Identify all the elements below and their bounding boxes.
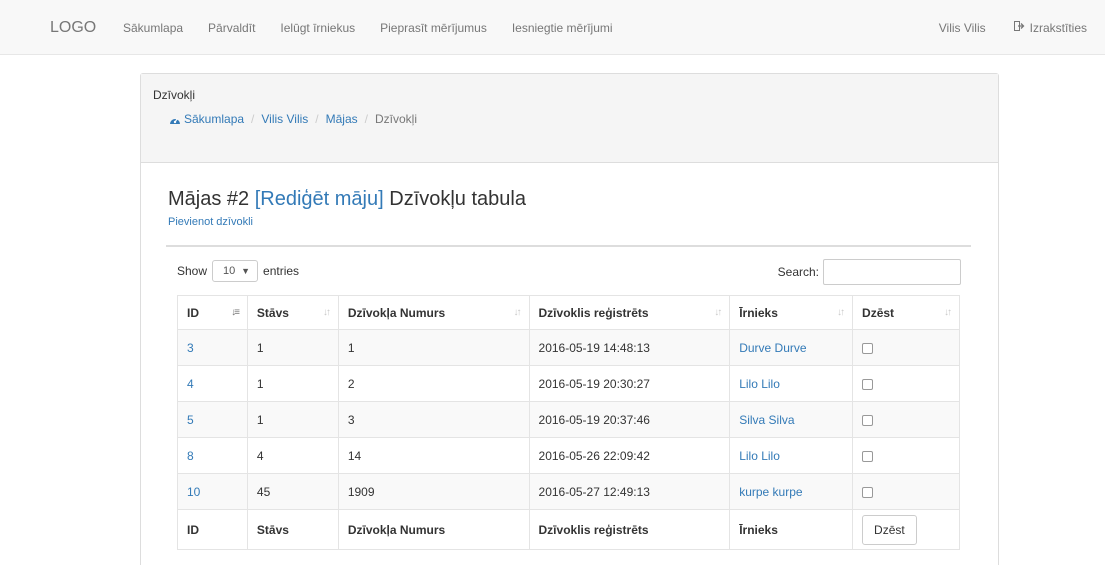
footer-registered: Dzīvoklis reģistrēts bbox=[528, 509, 731, 550]
floor-cell: 4 bbox=[246, 437, 339, 474]
breadcrumb-separator: / bbox=[251, 112, 255, 126]
logout-label: Izrakstīties bbox=[1029, 20, 1087, 35]
nav-submitted-readings[interactable]: Iesniegtie mērījumi bbox=[512, 21, 613, 35]
delete-checkbox[interactable] bbox=[862, 486, 874, 498]
delete-checkbox[interactable] bbox=[862, 414, 874, 426]
delete-button[interactable]: Dzēst bbox=[862, 514, 917, 545]
sign-out-icon bbox=[1013, 21, 1025, 34]
caret-down-icon: ▼ bbox=[241, 266, 251, 276]
user-nav: Vilis Vilis Izrakstīties bbox=[911, 0, 1087, 55]
apartments-table: ID ↓≡ Stāvs ↓↑ Dzīvokļa Numurs ↓↑ Dzīvoklis… bbox=[177, 295, 960, 550]
title-suffix: Dzīvokļu tabula bbox=[383, 188, 526, 210]
registered-cell: 2016-05-19 20:37:46 bbox=[528, 401, 731, 438]
entries-label: entries bbox=[263, 264, 300, 278]
tenant-link[interactable]: Durve Durve bbox=[739, 341, 806, 355]
dashboard-icon bbox=[169, 115, 181, 126]
entries-select[interactable]: 10 ▼ bbox=[212, 260, 259, 282]
show-label: Show bbox=[177, 264, 208, 278]
sort-asc-icon: ↓≡ bbox=[231, 307, 240, 318]
tenant-link[interactable]: Lilo Lilo bbox=[739, 377, 780, 391]
footer-floor: Stāvs bbox=[246, 509, 339, 550]
col-header-tenant[interactable]: Īrnieks ↓↑ bbox=[729, 295, 854, 330]
apartment-id-link[interactable]: 10 bbox=[187, 485, 200, 499]
sort-icon: ↓↑ bbox=[322, 307, 331, 318]
sort-icon: ↓↑ bbox=[513, 307, 522, 318]
nav-invite-tenants[interactable]: Ielūgt īrniekus bbox=[280, 21, 355, 35]
registered-cell: 2016-05-26 22:09:42 bbox=[528, 437, 731, 474]
delete-checkbox[interactable] bbox=[862, 342, 874, 354]
sort-icon: ↓↑ bbox=[944, 307, 952, 318]
col-header-floor[interactable]: Stāvs ↓↑ bbox=[246, 295, 339, 330]
table-row: 5 1 3 2016-05-19 20:37:46 Silva Silva bbox=[177, 401, 960, 438]
apartment-id-link[interactable]: 8 bbox=[187, 449, 194, 463]
col-header-delete[interactable]: Dzēst ↓↑ bbox=[852, 295, 960, 330]
col-header-number[interactable]: Dzīvokļa Numurs ↓↑ bbox=[337, 295, 530, 330]
brand-logo[interactable]: LOGO bbox=[50, 0, 96, 55]
breadcrumb-houses[interactable]: Mājas bbox=[326, 112, 358, 126]
title-prefix: Mājas #2 bbox=[168, 188, 255, 210]
apartment-id-link[interactable]: 3 bbox=[187, 341, 194, 355]
top-navbar: LOGO Sākumlapa Pārvaldīt Ielūgt īrniekus… bbox=[0, 0, 1105, 55]
registered-cell: 2016-05-19 20:30:27 bbox=[528, 365, 731, 402]
breadcrumb-home[interactable]: Sākumlapa bbox=[184, 112, 244, 126]
table-row: 8 4 14 2016-05-26 22:09:42 Lilo Lilo bbox=[177, 437, 960, 474]
table-header-row: ID ↓≡ Stāvs ↓↑ Dzīvokļa Numurs ↓↑ Dzīvoklis… bbox=[177, 295, 960, 330]
table-row: 4 1 2 2016-05-19 20:30:27 Lilo Lilo bbox=[177, 365, 960, 402]
breadcrumb-current: Dzīvokļi bbox=[375, 112, 418, 126]
col-header-id[interactable]: ID ↓≡ bbox=[177, 295, 248, 330]
tenant-link[interactable]: Silva Silva bbox=[739, 413, 794, 427]
floor-cell: 1 bbox=[246, 401, 339, 438]
nav-home[interactable]: Sākumlapa bbox=[123, 21, 183, 35]
footer-number: Dzīvokļa Numurs bbox=[337, 509, 530, 550]
number-cell: 1909 bbox=[337, 473, 530, 510]
floor-cell: 1 bbox=[246, 365, 339, 402]
registered-cell: 2016-05-19 14:48:13 bbox=[528, 329, 731, 366]
tenant-link[interactable]: Lilo Lilo bbox=[739, 449, 780, 463]
apartment-id-link[interactable]: 4 bbox=[187, 377, 194, 391]
user-name-link[interactable]: Vilis Vilis bbox=[939, 21, 986, 35]
breadcrumb-separator: / bbox=[315, 112, 319, 126]
delete-checkbox[interactable] bbox=[862, 378, 874, 390]
table-row: 10 45 1909 2016-05-27 12:49:13 kurpe kur… bbox=[177, 473, 960, 510]
number-cell: 3 bbox=[337, 401, 530, 438]
entries-value: 10 bbox=[223, 265, 236, 277]
panel-heading: Dzīvokļi Sākumlapa / Vilis Vilis / Mājas… bbox=[141, 74, 998, 163]
delete-checkbox[interactable] bbox=[862, 450, 874, 462]
nav-request-readings[interactable]: Pieprasīt mērījumus bbox=[380, 21, 487, 35]
page-title: Mājas #2 [Rediģēt māju] Dzīvokļu tabula bbox=[168, 188, 526, 211]
number-cell: 2 bbox=[337, 365, 530, 402]
nav-manage[interactable]: Pārvaldīt bbox=[208, 21, 255, 35]
search-label: Search: bbox=[777, 265, 819, 279]
table-row: 3 1 1 2016-05-19 14:48:13 Durve Durve bbox=[177, 329, 960, 366]
apartments-panel: Dzīvokļi Sākumlapa / Vilis Vilis / Mājas… bbox=[140, 73, 999, 565]
main-nav: Sākumlapa Pārvaldīt Ielūgt īrniekus Piep… bbox=[123, 0, 638, 55]
table-footer-row: ID Stāvs Dzīvokļa Numurs Dzīvoklis reģis… bbox=[177, 509, 960, 550]
floor-cell: 45 bbox=[246, 473, 339, 510]
sort-icon: ↓↑ bbox=[714, 307, 722, 318]
edit-house-link[interactable]: [Rediģēt māju] bbox=[255, 188, 384, 210]
search-input[interactable] bbox=[823, 259, 961, 285]
tenant-link[interactable]: kurpe kurpe bbox=[739, 485, 802, 499]
entries-length: Show 10 ▼ entries bbox=[177, 260, 299, 282]
sort-icon: ↓↑ bbox=[837, 307, 845, 318]
add-apartment-link[interactable]: Pievienot dzīvokli bbox=[168, 216, 253, 228]
number-cell: 14 bbox=[337, 437, 530, 474]
apartments-datatable: Show 10 ▼ entries Search: ID ↓≡ Stāvs ↓↑ Dz… bbox=[166, 245, 971, 550]
table-search: Search: bbox=[778, 259, 961, 285]
registered-cell: 2016-05-27 12:49:13 bbox=[528, 473, 731, 510]
footer-id: ID bbox=[177, 509, 248, 550]
breadcrumb-separator: / bbox=[364, 112, 368, 126]
col-header-registered[interactable]: Dzīvoklis reģistrēts ↓↑ bbox=[528, 295, 731, 330]
breadcrumb: Sākumlapa / Vilis Vilis / Mājas / Dzīvok… bbox=[169, 112, 417, 126]
datatable-controls: Show 10 ▼ entries Search: bbox=[166, 247, 971, 293]
floor-cell: 1 bbox=[246, 329, 339, 366]
breadcrumb-user[interactable]: Vilis Vilis bbox=[261, 112, 308, 126]
number-cell: 1 bbox=[337, 329, 530, 366]
panel-title: Dzīvokļi bbox=[153, 88, 196, 102]
footer-tenant: Īrnieks bbox=[729, 509, 854, 550]
logout-link[interactable]: Izrakstīties bbox=[1013, 20, 1087, 35]
apartment-id-link[interactable]: 5 bbox=[187, 413, 194, 427]
